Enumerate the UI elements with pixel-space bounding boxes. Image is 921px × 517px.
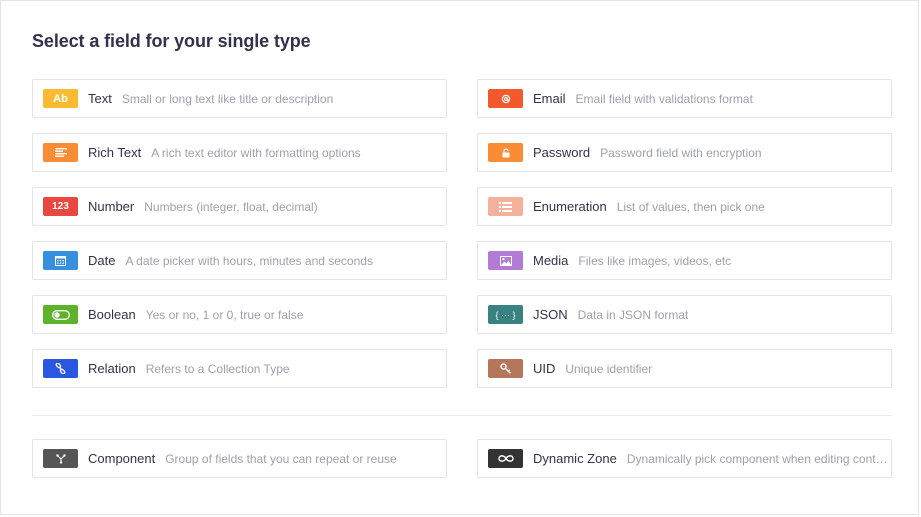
modal-title: Select a field for your single type (32, 31, 311, 51)
field-description: Files like images, videos, etc (578, 253, 732, 268)
field-description: Password field with encryption (600, 145, 762, 160)
field-card-text[interactable]: Ab Text Small or long text like title or… (32, 79, 447, 118)
lock-icon (488, 143, 523, 162)
field-label: Number (88, 199, 135, 214)
field-description: Group of fields that you can repeat or r… (165, 451, 397, 466)
infinity-icon (488, 449, 523, 468)
json-icon-glyph: { ··· } (495, 309, 516, 320)
field-description: Yes or no, 1 or 0, true or false (145, 307, 304, 322)
key-icon (488, 359, 523, 378)
text-icon: Ab (43, 89, 78, 108)
list-icon (488, 197, 523, 216)
field-description: Refers to a Collection Type (145, 361, 290, 376)
field-card-media[interactable]: Media Files like images, videos, etc (477, 241, 892, 280)
field-card-rich-text[interactable]: Rich Text A rich text editor with format… (32, 133, 447, 172)
field-label: Password (533, 145, 591, 160)
field-card-boolean[interactable]: Boolean Yes or no, 1 or 0, true or false (32, 295, 447, 334)
field-card-component[interactable]: Component Group of fields that you can r… (32, 439, 447, 478)
basic-fields-grid: Ab Text Small or long text like title or… (32, 79, 892, 388)
field-description: Small or long text like title or descrip… (121, 91, 334, 106)
field-label: Boolean (88, 307, 136, 322)
field-label: JSON (533, 307, 568, 322)
field-label: Rich Text (88, 145, 142, 160)
field-label: Enumeration (533, 199, 607, 214)
at-sign-icon (488, 89, 523, 108)
field-description: Dynamically pick component when editing … (626, 451, 891, 466)
image-icon (488, 251, 523, 270)
field-label: Text (88, 91, 112, 106)
field-label: Media (533, 253, 569, 268)
component-icon (43, 449, 78, 468)
field-label: Email (533, 91, 566, 106)
field-card-json[interactable]: { ··· } JSON Data in JSON format (477, 295, 892, 334)
field-card-uid[interactable]: UID Unique identifier (477, 349, 892, 388)
field-card-email[interactable]: Email Email field with validations forma… (477, 79, 892, 118)
field-picker-modal: Select a field for your single type Ab T… (0, 0, 919, 515)
field-card-number[interactable]: 123 Number Numbers (integer, float, deci… (32, 187, 447, 226)
number-icon-glyph: 123 (52, 201, 69, 212)
field-card-date[interactable]: Date A date picker with hours, minutes a… (32, 241, 447, 280)
link-icon (43, 359, 78, 378)
field-card-enumeration[interactable]: Enumeration List of values, then pick on… (477, 187, 892, 226)
special-fields-grid: Component Group of fields that you can r… (32, 439, 892, 478)
field-label: Date (88, 253, 116, 268)
toggle-icon (43, 305, 78, 324)
field-label: UID (533, 361, 556, 376)
field-description: Data in JSON format (577, 307, 689, 322)
field-card-relation[interactable]: Relation Refers to a Collection Type (32, 349, 447, 388)
field-card-password[interactable]: Password Password field with encryption (477, 133, 892, 172)
number-icon: 123 (43, 197, 78, 216)
text-icon-glyph: Ab (53, 92, 68, 105)
field-description: Numbers (integer, float, decimal) (144, 199, 318, 214)
field-description: Email field with validations format (575, 91, 753, 106)
calendar-icon (43, 251, 78, 270)
field-description: List of values, then pick one (616, 199, 765, 214)
braces-icon: { ··· } (488, 305, 523, 324)
field-label: Dynamic Zone (533, 451, 617, 466)
field-description: A date picker with hours, minutes and se… (125, 253, 373, 268)
field-label: Relation (88, 361, 136, 376)
section-divider (32, 415, 892, 416)
field-card-dynamic-zone[interactable]: Dynamic Zone Dynamically pick component … (477, 439, 892, 478)
rich-text-icon (43, 143, 78, 162)
field-label: Component (88, 451, 156, 466)
field-description: A rich text editor with formatting optio… (151, 145, 361, 160)
field-description: Unique identifier (565, 361, 653, 376)
